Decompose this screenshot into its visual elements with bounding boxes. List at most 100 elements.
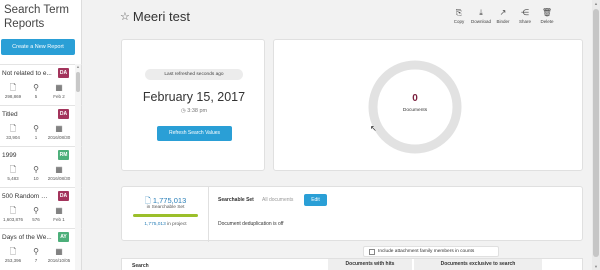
report-name: Not related to e... [2, 70, 52, 77]
clock-icon: ◷ [180, 108, 186, 114]
results-table-header: Search Documents with hits Documents exc… [121, 258, 583, 270]
page-title: ☆ Meeri test [120, 9, 190, 24]
sidebar: Search Term Reports Create a New Report … [0, 0, 82, 270]
search-count: ⚲ 5 [33, 83, 39, 99]
share-icon: ⋲ [521, 8, 529, 17]
include-family-checkbox[interactable] [369, 249, 375, 255]
report-name: 500 Random W... [2, 193, 52, 200]
refresh-search-values-button[interactable]: Refresh Search Values [157, 126, 232, 141]
last-refreshed-pill: Last refreshed seconds ago [145, 69, 243, 80]
refresh-date: February 15, 2017 [142, 90, 246, 104]
search-icon: ⚲ [33, 206, 39, 215]
main-scroll-thumb[interactable] [593, 9, 599, 257]
star-icon[interactable]: ☆ [120, 10, 130, 23]
edit-searchable-set-button[interactable]: Edit [304, 194, 327, 206]
donut-track [368, 60, 462, 154]
binder-button[interactable]: ↗ Binder [492, 8, 514, 25]
report-date: ▦ 2016/10/05 [47, 247, 71, 263]
list-item[interactable]: Days of the We... AY 🗋 253,396 ⚲ 7 ▦ 2016/10/05 [0, 228, 82, 269]
searchable-set-value: All documents [262, 197, 294, 203]
documents-count: 0 [412, 93, 418, 104]
delete-button[interactable]: 🗑 Delete [536, 8, 558, 25]
search-icon: ⚲ [33, 83, 39, 92]
doc-count: 🗋 298,869 [4, 83, 22, 99]
doc-count: 🗋 1,603,876 [2, 206, 24, 222]
report-name: Titled [2, 111, 18, 118]
calendar-icon: ▦ [55, 83, 63, 92]
document-icon: 🗋 [9, 165, 17, 174]
search-icon: ⚲ [33, 124, 39, 133]
searchable-set-summary: 🗋 1,775,013 in Searchable Set 1,775,013 … [122, 187, 209, 242]
column-documents-with-hits[interactable]: Documents with hits [328, 259, 412, 270]
user-badge: DA [58, 109, 69, 119]
report-date: ▦ 2016/08/30 [47, 124, 71, 140]
sidebar-scroll-thumb[interactable] [76, 72, 80, 92]
user-badge: AY [58, 232, 69, 242]
scroll-down-icon[interactable]: ▼ [592, 264, 600, 269]
searchable-set-card: 🗋 1,775,013 in Searchable Set 1,775,013 … [121, 186, 583, 242]
report-list: Not related to e... DA 🗋 298,869 ⚲ 5 ▦ Feb 2 Tit… [0, 64, 82, 269]
list-item[interactable]: 1999 RM 🗋 5,483 ⚲ 10 ▦ 2016/08/30 [0, 146, 82, 187]
search-count: ⚲ 1 [33, 124, 39, 140]
search-count: ⚲ 10 [33, 165, 39, 181]
searchable-count-bar [133, 214, 198, 217]
scroll-up-icon[interactable]: ▲ [75, 64, 81, 69]
download-icon: ⤓ [479, 8, 483, 17]
column-documents-exclusive[interactable]: Documents exclusive to search [414, 259, 542, 270]
report-stats: 🗋 298,869 ⚲ 5 ▦ Feb 2 [0, 83, 72, 100]
scroll-up-icon[interactable]: ▲ [592, 1, 600, 6]
project-count: 1,775,013 in project [144, 222, 187, 227]
sidebar-scrollbar[interactable]: ▲ [75, 64, 81, 270]
mouse-cursor-icon: ↖ [370, 124, 377, 133]
sidebar-title: Search Term Reports [4, 4, 69, 30]
column-search[interactable]: Search [132, 263, 149, 269]
document-icon: 🗋 [144, 196, 151, 205]
documents-donut-card: 0 Documents ↖ [273, 39, 583, 171]
report-date: ▦ Feb 1 [53, 206, 65, 222]
doc-count: 🗋 33,904 [6, 124, 20, 140]
documents-label: Documents [402, 108, 428, 113]
search-count: ⚲ 7 [33, 247, 39, 263]
search-icon: ⚲ [33, 165, 39, 174]
main-scrollbar[interactable]: ▲ ▼ [592, 0, 600, 270]
user-badge: DA [58, 68, 69, 78]
doc-count: 🗋 253,396 [4, 247, 22, 263]
report-date: ▦ 2016/08/30 [47, 165, 71, 181]
toolbar: ⎘ Copy ⤓ Download ↗ Binder ⋲ Share 🗑 Delete [448, 8, 558, 25]
doc-count: 🗋 5,483 [7, 165, 19, 181]
calendar-icon: ▦ [55, 247, 63, 256]
searchable-count-label: in Searchable Set [146, 205, 185, 210]
refresh-card: Last refreshed seconds ago February 15, … [121, 39, 265, 171]
list-item[interactable]: Titled DA 🗋 33,904 ⚲ 1 ▦ 2016/08/30 [0, 105, 82, 146]
include-family-option[interactable]: Include attachment family members in cou… [363, 246, 499, 257]
binder-icon: ↗ [499, 8, 507, 17]
report-title: Meeri test [132, 9, 190, 24]
report-name: 1999 [2, 152, 17, 159]
user-badge: RM [58, 150, 69, 160]
share-button[interactable]: ⋲ Share [514, 8, 536, 25]
report-stats: 🗋 33,904 ⚲ 1 ▦ 2016/08/30 [0, 124, 72, 141]
searchable-set-label: Searchable Set [218, 197, 254, 203]
calendar-icon: ▦ [55, 206, 63, 215]
copy-icon: ⎘ [455, 8, 463, 17]
download-button[interactable]: ⤓ Download [470, 8, 492, 25]
calendar-icon: ▦ [55, 124, 63, 133]
deduplication-status: Document deduplication is off [218, 221, 284, 227]
list-item[interactable]: Not related to e... DA 🗋 298,869 ⚲ 5 ▦ Feb 2 [0, 64, 82, 105]
include-family-label: Include attachment family members in cou… [378, 249, 475, 254]
documents-donut-chart [368, 60, 462, 154]
report-stats: 🗋 253,396 ⚲ 7 ▦ 2016/10/05 [0, 247, 72, 264]
calendar-icon: ▦ [55, 165, 63, 174]
create-report-button[interactable]: Create a New Report [1, 39, 75, 55]
list-item[interactable]: 500 Random W... DA 🗋 1,603,876 ⚲ 576 ▦ Feb 1 [0, 187, 82, 228]
refresh-time: ◷ 3:38 pm [180, 108, 208, 114]
document-icon: 🗋 [9, 83, 17, 92]
document-icon: 🗋 [9, 247, 17, 256]
search-count: ⚲ 576 [32, 206, 40, 222]
delete-icon: 🗑 [541, 8, 553, 17]
copy-button[interactable]: ⎘ Copy [448, 8, 470, 25]
report-date: ▦ Feb 2 [53, 83, 65, 99]
search-icon: ⚲ [33, 247, 39, 256]
report-stats: 🗋 5,483 ⚲ 10 ▦ 2016/08/30 [0, 165, 72, 182]
user-badge: DA [58, 191, 69, 201]
